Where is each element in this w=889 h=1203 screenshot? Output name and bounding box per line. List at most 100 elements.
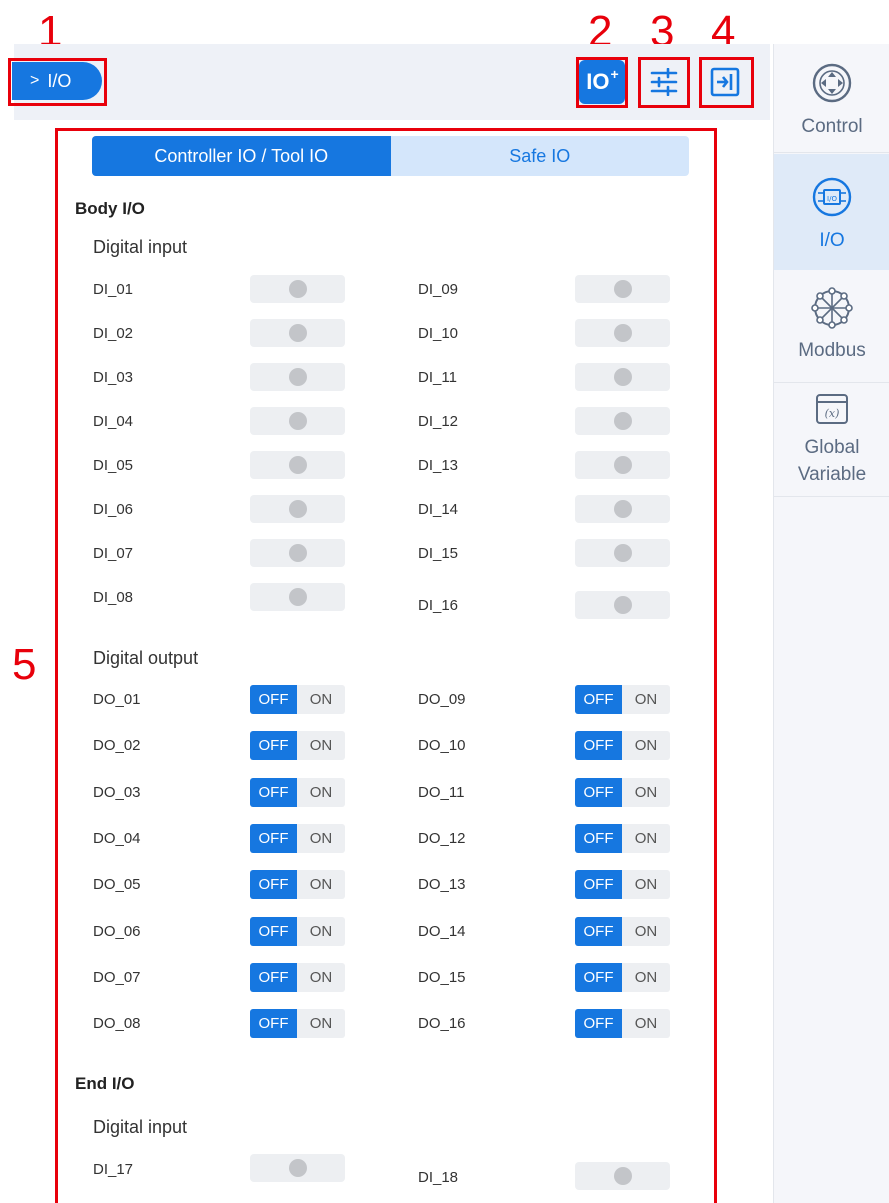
toggle-on-option[interactable]: ON — [297, 917, 345, 946]
toggle-off-option[interactable]: OFF — [575, 1009, 622, 1038]
di-status-indicator — [250, 495, 345, 523]
do-toggle[interactable]: OFF ON — [250, 685, 345, 714]
digital-output-heading: Digital output — [93, 648, 199, 668]
status-dot — [614, 412, 632, 430]
di-label: DI_04 — [93, 413, 134, 430]
toggle-on-option[interactable]: ON — [622, 917, 670, 946]
toggle-off-option[interactable]: OFF — [250, 824, 297, 853]
di-label: DI_01 — [93, 281, 134, 298]
toggle-off-option[interactable]: OFF — [575, 917, 622, 946]
svg-text:I/O: I/O — [827, 195, 837, 203]
di-label: DI_18 — [418, 1169, 459, 1186]
toggle-on-option[interactable]: ON — [297, 778, 345, 807]
do-toggle[interactable]: OFF ON — [250, 917, 345, 946]
do-toggle[interactable]: OFF ON — [250, 824, 345, 853]
tab-safe-io[interactable]: Safe IO — [391, 136, 690, 176]
di-label: DI_09 — [418, 281, 459, 298]
do-toggle[interactable]: OFF ON — [250, 963, 345, 992]
highlight-box-3 — [638, 57, 690, 108]
toggle-on-option[interactable]: ON — [297, 963, 345, 992]
status-dot — [289, 280, 307, 298]
di-status-indicator — [250, 539, 345, 567]
do-toggle[interactable]: OFF ON — [575, 963, 670, 992]
do-toggle[interactable]: OFF ON — [250, 1009, 345, 1038]
do-toggle[interactable]: OFF ON — [250, 778, 345, 807]
sidebar-divider — [774, 382, 889, 383]
toggle-off-option[interactable]: OFF — [250, 685, 297, 714]
toggle-on-option[interactable]: ON — [297, 1009, 345, 1038]
toggle-on-option[interactable]: ON — [297, 824, 345, 853]
toggle-off-option[interactable]: OFF — [575, 685, 622, 714]
do-toggle[interactable]: OFF ON — [575, 917, 670, 946]
toggle-on-option[interactable]: ON — [297, 731, 345, 760]
sidebar-item-control[interactable]: Control — [774, 62, 889, 162]
toggle-on-option[interactable]: ON — [622, 685, 670, 714]
right-sidebar: Control I/O I/O Modbus (x) Global Variab… — [773, 44, 889, 1203]
status-dot — [614, 456, 632, 474]
di-status-indicator — [575, 319, 670, 347]
do-label: DO_11 — [418, 784, 465, 801]
do-label: DO_02 — [93, 737, 141, 754]
toggle-off-option[interactable]: OFF — [250, 1009, 297, 1038]
toggle-off-option[interactable]: OFF — [250, 917, 297, 946]
toggle-on-option[interactable]: ON — [297, 870, 345, 899]
di-label: DI_14 — [418, 501, 459, 518]
toggle-on-option[interactable]: ON — [297, 685, 345, 714]
toggle-off-option[interactable]: OFF — [250, 870, 297, 899]
di-status-indicator — [250, 363, 345, 391]
do-label: DO_04 — [93, 830, 141, 847]
do-toggle[interactable]: OFF ON — [575, 1009, 670, 1038]
sidebar-item-modbus[interactable]: Modbus — [774, 286, 889, 382]
toggle-off-option[interactable]: OFF — [250, 731, 297, 760]
io-tab-bar: Controller IO / Tool IO Safe IO — [92, 136, 689, 176]
toggle-on-option[interactable]: ON — [622, 870, 670, 899]
toggle-on-option[interactable]: ON — [622, 731, 670, 760]
status-dot — [614, 1167, 632, 1185]
do-toggle[interactable]: OFF ON — [575, 685, 670, 714]
status-dot — [289, 324, 307, 342]
status-dot — [289, 1159, 307, 1177]
do-label: DO_12 — [418, 830, 466, 847]
toggle-off-option[interactable]: OFF — [575, 778, 622, 807]
sidebar-item-io[interactable]: I/O I/O — [774, 154, 889, 270]
di-label: DI_12 — [418, 413, 459, 430]
status-dot — [614, 324, 632, 342]
status-dot — [289, 500, 307, 518]
di-label: DI_08 — [93, 589, 134, 606]
status-dot — [614, 368, 632, 386]
do-toggle[interactable]: OFF ON — [250, 731, 345, 760]
di-status-indicator — [250, 407, 345, 435]
di-label: DI_11 — [418, 369, 457, 386]
toggle-off-option[interactable]: OFF — [575, 824, 622, 853]
toggle-off-option[interactable]: OFF — [250, 778, 297, 807]
di-status-indicator — [575, 591, 670, 619]
toggle-on-option[interactable]: ON — [622, 963, 670, 992]
modbus-network-icon — [811, 287, 853, 329]
toggle-off-option[interactable]: OFF — [575, 963, 622, 992]
toggle-on-option[interactable]: ON — [622, 1009, 670, 1038]
do-toggle[interactable]: OFF ON — [575, 824, 670, 853]
do-toggle[interactable]: OFF ON — [250, 870, 345, 899]
do-toggle[interactable]: OFF ON — [575, 870, 670, 899]
di-status-indicator — [575, 363, 670, 391]
control-pad-icon — [812, 63, 852, 103]
status-dot — [614, 544, 632, 562]
di-label: DI_15 — [418, 545, 459, 562]
toggle-on-option[interactable]: ON — [622, 824, 670, 853]
variable-x-icon: (x) — [816, 394, 848, 424]
toggle-off-option[interactable]: OFF — [575, 870, 622, 899]
do-toggle[interactable]: OFF ON — [575, 731, 670, 760]
di-label: DI_07 — [93, 545, 134, 562]
di-status-indicator — [250, 1154, 345, 1182]
di-label: DI_06 — [93, 501, 134, 518]
highlight-box-4 — [699, 57, 754, 108]
di-label: DI_02 — [93, 325, 134, 342]
tab-controller-tool-io[interactable]: Controller IO / Tool IO — [92, 136, 391, 176]
sidebar-item-global-variable[interactable]: (x) Global Variable — [774, 392, 889, 492]
toggle-on-option[interactable]: ON — [622, 778, 670, 807]
di-status-indicator — [575, 407, 670, 435]
toggle-off-option[interactable]: OFF — [250, 963, 297, 992]
toggle-off-option[interactable]: OFF — [575, 731, 622, 760]
di-label: DI_13 — [418, 457, 459, 474]
do-toggle[interactable]: OFF ON — [575, 778, 670, 807]
